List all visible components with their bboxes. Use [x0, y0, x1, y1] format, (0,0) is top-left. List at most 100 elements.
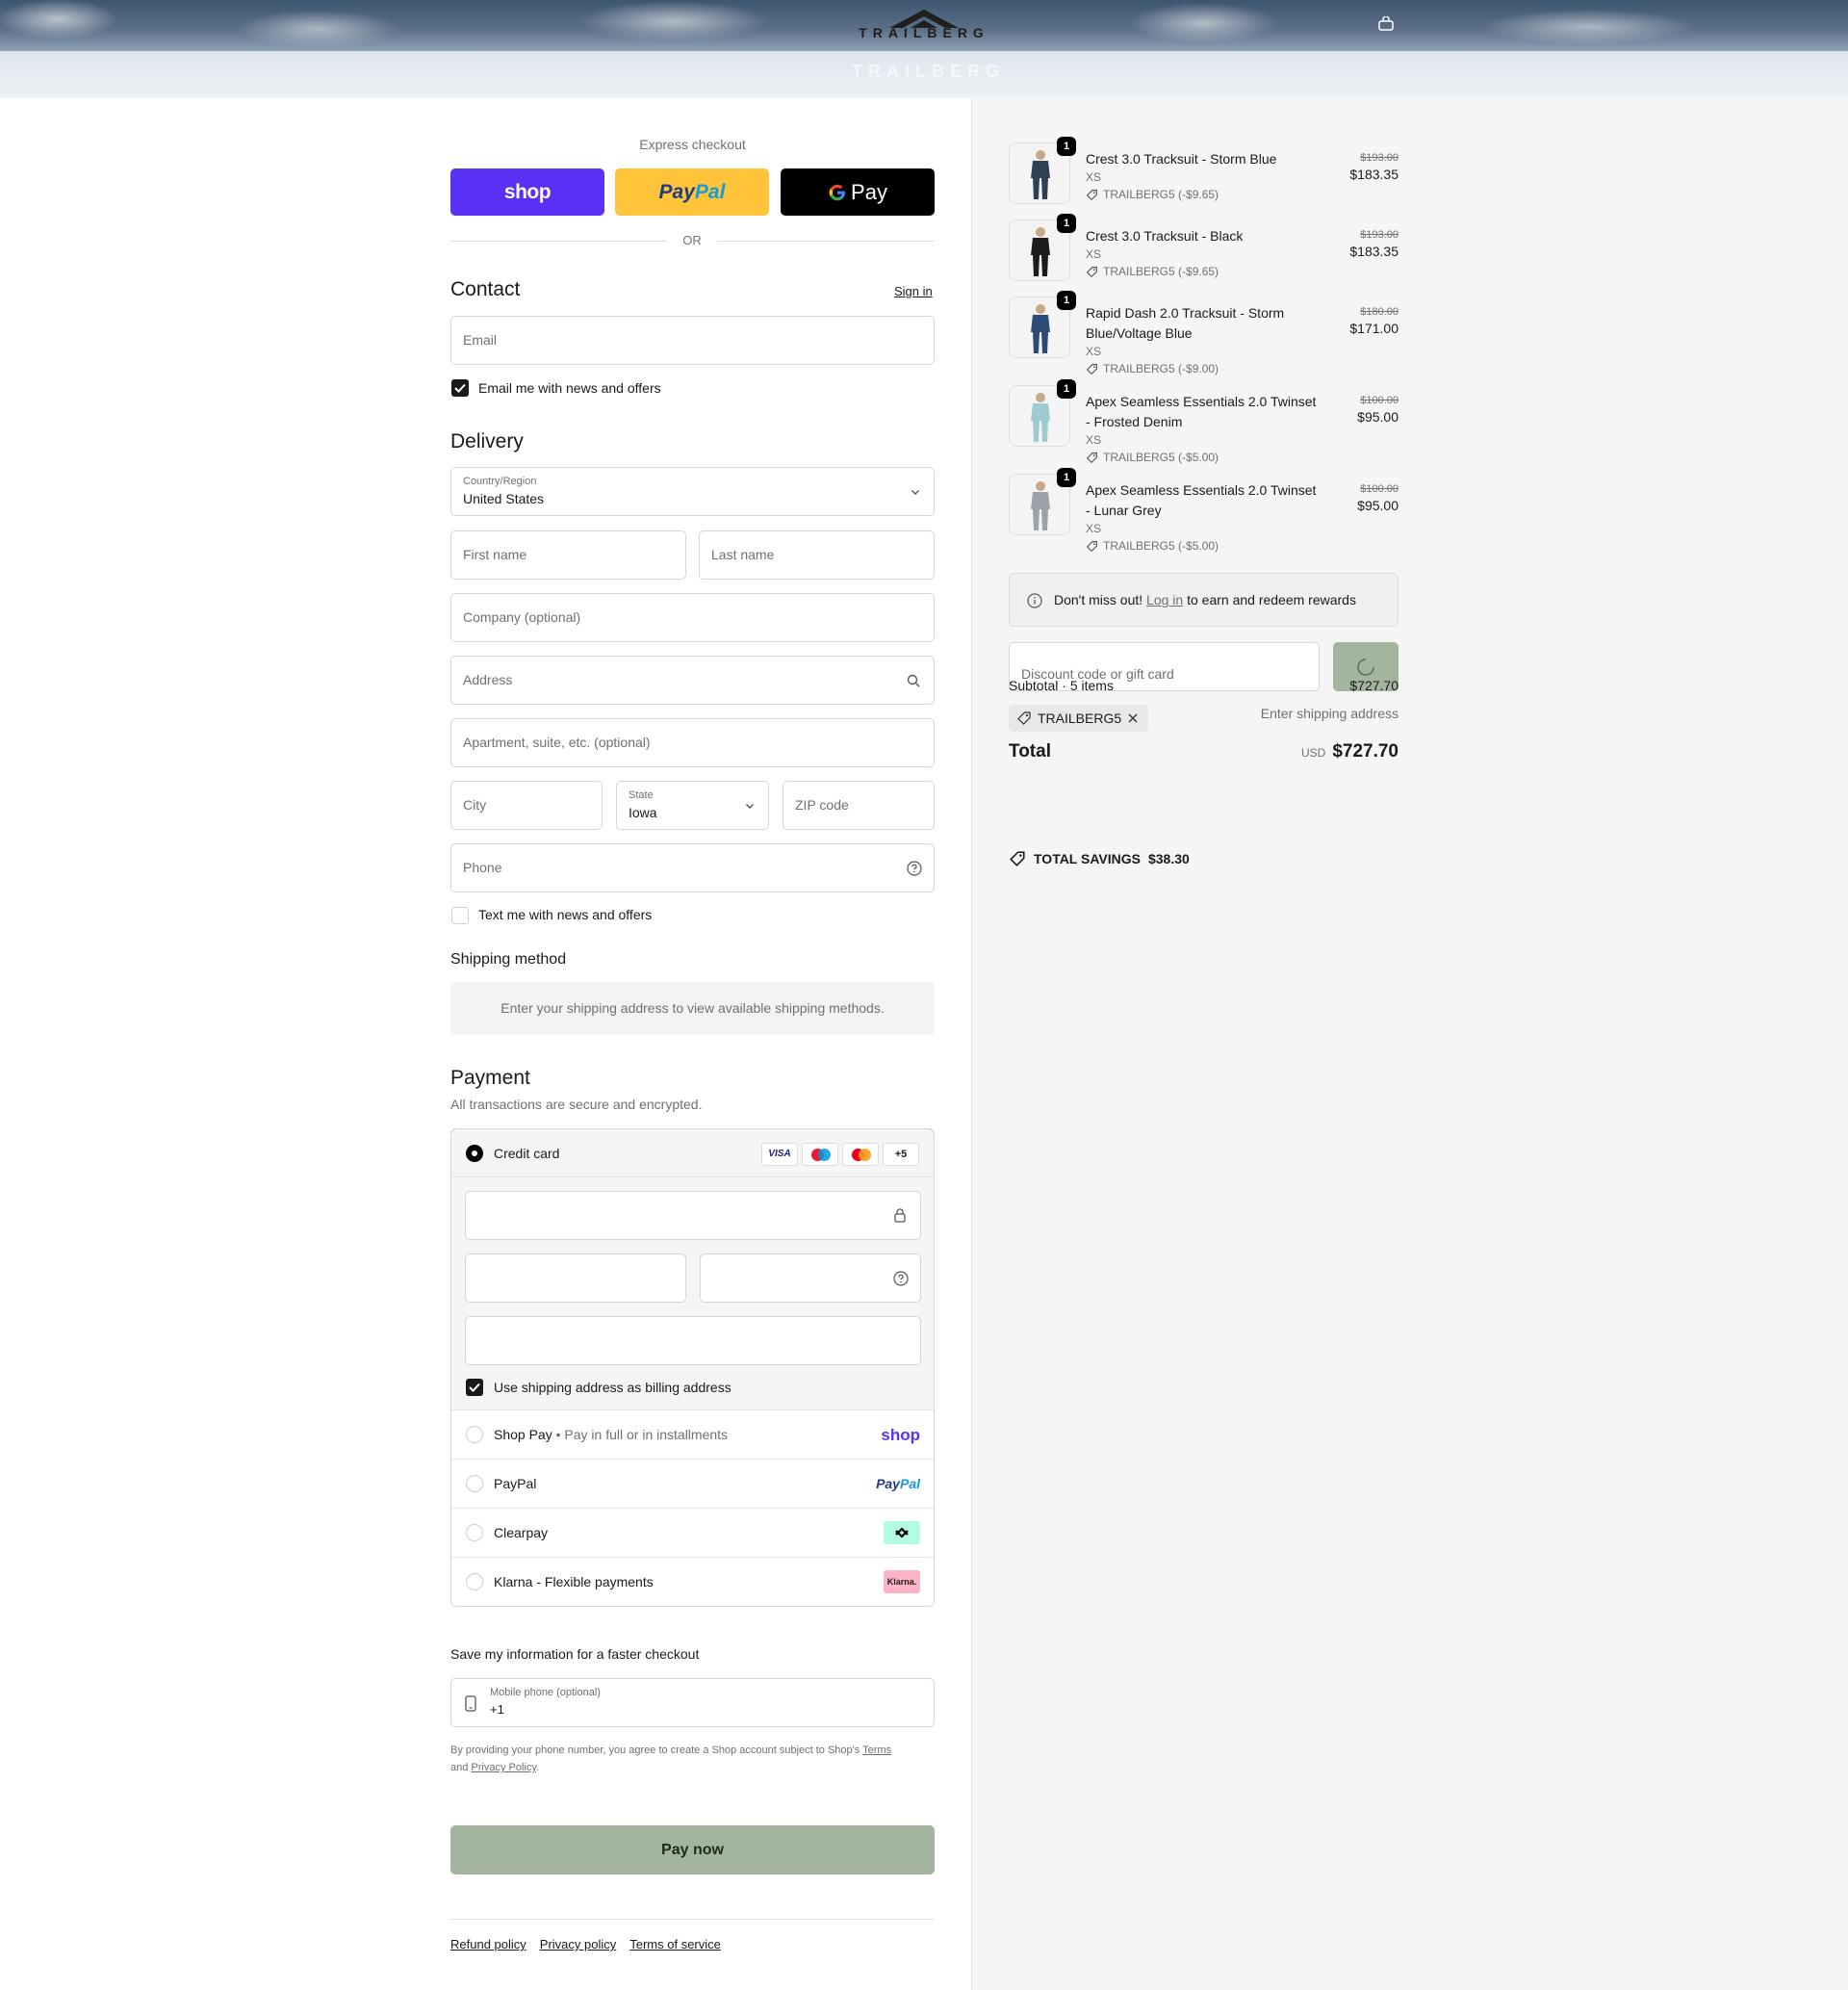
- rewards-text: Don't miss out! Log in to earn and redee…: [1054, 592, 1356, 607]
- original-price: $193.00: [1360, 152, 1399, 164]
- more-cards-badge: +5: [883, 1143, 919, 1166]
- shopping-bag-icon[interactable]: [1377, 16, 1395, 32]
- footer-divider: [450, 1919, 935, 1920]
- product-variant: XS: [1086, 522, 1102, 535]
- payment-option-paypal[interactable]: PayPal PayPal: [451, 1459, 934, 1508]
- company-field[interactable]: Company (optional): [450, 593, 935, 642]
- delivery-heading: Delivery: [450, 430, 524, 452]
- company-placeholder: Company (optional): [463, 609, 581, 625]
- tag-icon: [1086, 540, 1097, 552]
- shipping-method-heading: Shipping method: [450, 951, 567, 968]
- discounted-price: $171.00: [1349, 321, 1399, 336]
- discounted-price: $95.00: [1357, 498, 1399, 513]
- radio-selected[interactable]: [466, 1145, 483, 1162]
- save-info-heading: Save my information for a faster checkou…: [450, 1646, 700, 1662]
- original-price: $100.00: [1360, 395, 1399, 406]
- google-pay-button[interactable]: Pay: [781, 168, 935, 216]
- zip-field[interactable]: ZIP code: [783, 781, 935, 830]
- terms-link[interactable]: Terms: [862, 1744, 891, 1756]
- billing-same-checkbox[interactable]: [466, 1379, 483, 1396]
- privacy-link[interactable]: Privacy Policy: [471, 1762, 536, 1773]
- radio-unselected[interactable]: [466, 1573, 483, 1590]
- tag-icon: [1086, 363, 1097, 375]
- clearpay-label: Clearpay: [494, 1525, 549, 1540]
- payment-option-clearpay[interactable]: Clearpay: [451, 1508, 934, 1557]
- tag-icon: [1017, 711, 1031, 725]
- product-variant: XS: [1086, 433, 1102, 447]
- product-name: Crest 3.0 Tracksuit - Storm Blue: [1086, 151, 1277, 167]
- applied-discount-tag: TRAILBERG5: [1009, 705, 1149, 732]
- radio-unselected[interactable]: [466, 1475, 483, 1492]
- shop-pay-label: Shop Pay: [494, 1427, 552, 1442]
- maestro-icon: [802, 1143, 838, 1166]
- first-name-placeholder: First name: [463, 547, 527, 562]
- paypal-label: PayPal: [494, 1476, 537, 1491]
- payment-option-shop-pay[interactable]: Shop Pay • Pay in full or in installment…: [451, 1409, 934, 1459]
- refund-policy-link[interactable]: Refund policy: [450, 1937, 526, 1951]
- card-number-field[interactable]: [465, 1191, 921, 1240]
- quantity-badge: 1: [1057, 468, 1076, 487]
- quantity-badge: 1: [1057, 137, 1076, 156]
- discounted-price: $183.35: [1349, 244, 1399, 259]
- radio-unselected[interactable]: [466, 1426, 483, 1443]
- search-icon: [907, 674, 920, 687]
- divider-left: [450, 241, 667, 242]
- payment-option-credit-card[interactable]: Credit card VISA +5: [451, 1129, 934, 1177]
- discounted-price: $183.35: [1349, 167, 1399, 182]
- security-code-field[interactable]: [700, 1253, 921, 1303]
- quantity-badge: 1: [1057, 214, 1076, 233]
- brand-logo[interactable]: TRAILBERG: [852, 8, 996, 46]
- total-currency: USD: [1300, 746, 1326, 760]
- state-select[interactable]: State Iowa: [616, 781, 769, 830]
- payment-option-klarna[interactable]: Klarna - Flexible payments Klarna.: [451, 1557, 934, 1606]
- email-field[interactable]: Email: [450, 316, 935, 365]
- google-pay-label: Pay: [851, 179, 887, 204]
- pay-now-button[interactable]: Pay now: [450, 1825, 935, 1874]
- country-select[interactable]: Country/Region United States: [450, 467, 935, 516]
- help-circle-icon[interactable]: [907, 861, 922, 876]
- log-in-link[interactable]: Log in: [1146, 592, 1183, 607]
- shop-pay-logo: shop: [503, 180, 552, 203]
- contact-heading: Contact: [450, 278, 521, 300]
- sign-in-link[interactable]: Sign in: [894, 284, 933, 298]
- last-name-field[interactable]: Last name: [699, 530, 935, 580]
- name-on-card-field[interactable]: [465, 1316, 921, 1365]
- tag-icon: [1010, 851, 1025, 866]
- country-value: United States: [463, 491, 545, 506]
- mobile-phone-field[interactable]: Mobile phone (optional) +1: [450, 1678, 935, 1727]
- help-circle-icon[interactable]: [893, 1271, 909, 1286]
- apartment-field[interactable]: Apartment, suite, etc. (optional): [450, 718, 935, 767]
- paypal-button[interactable]: PayPal: [615, 168, 769, 216]
- total-savings-value: $38.30: [1147, 851, 1190, 866]
- discount-code-label: TRAILBERG5: [1038, 711, 1122, 726]
- terms-of-service-link[interactable]: Terms of service: [629, 1937, 721, 1951]
- lock-icon: [894, 1208, 906, 1223]
- brand-name: TRAILBERG: [859, 25, 989, 40]
- mobile-phone-value: +1: [490, 1702, 504, 1717]
- product-variant: XS: [1086, 345, 1102, 358]
- city-field[interactable]: City: [450, 781, 603, 830]
- phone-placeholder: Phone: [463, 860, 502, 875]
- address-field[interactable]: Address: [450, 656, 935, 705]
- chevron-down-icon: [746, 804, 754, 809]
- mastercard-icon: [842, 1143, 879, 1166]
- phone-field[interactable]: Phone: [450, 843, 935, 892]
- expiration-field[interactable]: [465, 1253, 686, 1303]
- info-icon: [1027, 593, 1042, 608]
- email-news-checkbox[interactable]: [451, 379, 469, 397]
- original-price: $193.00: [1360, 229, 1399, 241]
- first-name-field[interactable]: First name: [450, 530, 686, 580]
- shipping-notice: Enter your shipping address to view avai…: [450, 982, 935, 1035]
- close-icon[interactable]: [1127, 712, 1139, 724]
- paypal-logo: PayPal: [658, 180, 726, 203]
- credit-card-label: Credit card: [494, 1146, 560, 1161]
- loading-spinner-icon: [1357, 659, 1374, 676]
- product-discount: TRAILBERG5 (-$9.65): [1086, 265, 1219, 278]
- cart-item: 1 Rapid Dash 2.0 Tracksuit - Storm Blue/V…: [1009, 291, 1399, 375]
- total-label: Total: [1009, 741, 1051, 762]
- payment-methods: Credit card VISA +5 Use shipping address…: [450, 1128, 935, 1607]
- privacy-policy-link[interactable]: Privacy policy: [540, 1937, 616, 1951]
- sms-news-checkbox[interactable]: [451, 907, 469, 924]
- shop-pay-button[interactable]: shop: [450, 168, 604, 216]
- radio-unselected[interactable]: [466, 1524, 483, 1541]
